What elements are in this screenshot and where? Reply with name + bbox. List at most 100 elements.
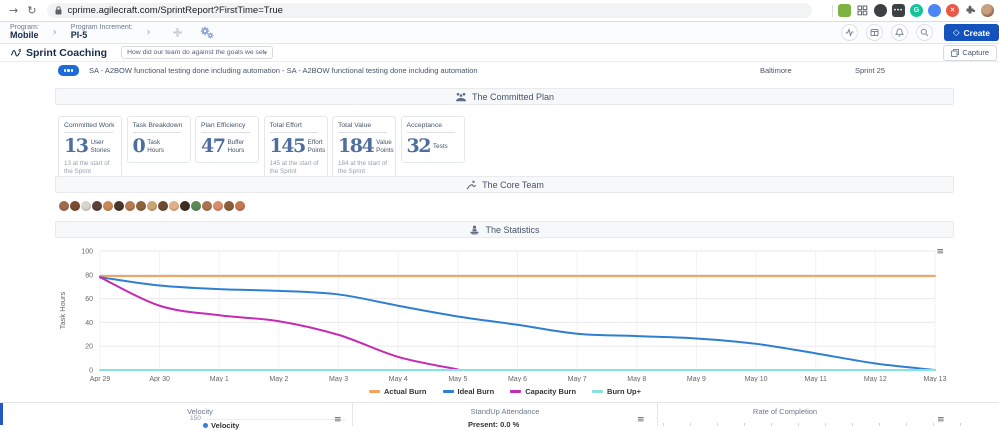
velocity-legend-dot — [203, 423, 208, 428]
card-unit: Tests — [432, 142, 448, 150]
standup-menu-icon[interactable]: ≡ — [637, 416, 645, 425]
metric-cards: Committed Work 13 User Stories 13 at the … — [58, 116, 465, 184]
metric-card: Committed Work 13 User Stories 13 at the … — [58, 116, 122, 184]
legend-label: Actual Burn — [383, 387, 427, 396]
legend-swatch — [442, 390, 454, 393]
extension-icon-blue[interactable] — [928, 4, 941, 17]
card-title: Task Breakdown — [132, 122, 183, 129]
grammarly-icon[interactable]: G — [910, 4, 923, 17]
card-title: Acceptance — [406, 122, 443, 129]
legend-label: Capacity Burn — [525, 387, 577, 396]
activity-pulse-button[interactable] — [840, 24, 858, 41]
extension-icon-dots[interactable]: ••• — [892, 4, 905, 17]
svg-text:80: 80 — [85, 272, 93, 279]
svg-text:May 2: May 2 — [269, 376, 288, 382]
divider — [64, 132, 113, 133]
chevron-right-icon: › — [146, 27, 151, 38]
svg-text:40: 40 — [85, 320, 93, 327]
browser-profile-avatar[interactable] — [981, 4, 994, 17]
card-unit: Buffer Hours — [227, 138, 245, 154]
safe-logo-badge — [58, 65, 79, 76]
extension-icon-green[interactable] — [838, 4, 851, 17]
capture-button[interactable]: Capture — [943, 44, 997, 61]
rate-panel-title: Rate of Completion — [752, 407, 818, 416]
card-value: 47 — [201, 135, 226, 157]
metric-card: Plan Efficiency 47 Buffer Hours — [195, 116, 259, 163]
velocity-menu-icon[interactable]: ≡ — [334, 416, 342, 425]
lock-icon — [55, 6, 62, 15]
legend-item[interactable]: Capacity Burn — [510, 387, 576, 396]
page-title: Sprint Coaching — [26, 46, 108, 59]
bottom-charts-row: Velocity 150 Velocity ≡ StandUp Attendan… — [0, 402, 999, 430]
crosshair-plus-icon[interactable] — [171, 26, 184, 39]
legend-swatch — [592, 390, 604, 393]
section-title: The Committed Plan — [471, 91, 555, 102]
velocity-legend: Velocity — [203, 421, 239, 430]
browser-toolbar: → ↻ cprime.agilecraft.com/SprintReport?F… — [0, 0, 999, 22]
program-selector[interactable]: Program: Mobile — [10, 24, 39, 42]
legend-item[interactable]: Burn Up+ — [592, 387, 641, 396]
legend-label: Burn Up+ — [607, 387, 642, 396]
metric-card: Total Effort 145 Effort Points 145 at the… — [263, 116, 328, 184]
reload-icon[interactable]: ↻ — [27, 5, 36, 16]
app-toolbar: Program: Mobile › Program Increment: PI-… — [0, 22, 999, 44]
pulse-icon — [10, 48, 21, 58]
card-note: 184 at the start of the Sprint — [338, 160, 388, 176]
core-team-icon — [465, 180, 477, 190]
notifications-bell-button[interactable] — [890, 24, 908, 41]
chart-context-menu-icon[interactable]: ≡ — [936, 248, 944, 257]
burn-chart-legend: Actual Burn Ideal Burn Capacity Burn Burn U… — [55, 387, 955, 396]
legend-label: Ideal Burn — [457, 387, 495, 396]
create-button[interactable]: ◇ Create — [943, 24, 999, 41]
metric-card: Task Breakdown 0 Task Hours — [126, 116, 191, 163]
gears-settings-icon[interactable] — [198, 26, 215, 40]
team-member-avatar[interactable] — [234, 200, 246, 212]
svg-text:May 13: May 13 — [924, 376, 947, 382]
program-increment-selector[interactable]: Program Increment: PI-5 — [71, 24, 133, 42]
page-header: Sprint Coaching How did our team do agai… — [0, 44, 999, 62]
divider — [657, 403, 658, 426]
coaching-question-dropdown[interactable]: How did our team do against the goals we… — [121, 46, 274, 59]
standup-panel-title: StandUp Attendance — [470, 407, 540, 416]
svg-text:100: 100 — [81, 249, 93, 256]
url-text: cprime.agilecraft.com/SprintReport?First… — [67, 5, 283, 16]
grid-extension-icon[interactable] — [856, 4, 869, 17]
divider — [406, 132, 456, 133]
section-header-committed-plan[interactable]: The Committed Plan — [55, 88, 954, 105]
forward-icon[interactable]: → — [9, 5, 18, 16]
card-unit: Task Hours — [147, 138, 165, 154]
svg-text:20: 20 — [85, 344, 93, 351]
rate-menu-icon[interactable]: ≡ — [937, 416, 945, 425]
address-bar[interactable]: cprime.agilecraft.com/SprintReport?First… — [47, 3, 813, 18]
svg-text:May 7: May 7 — [568, 376, 587, 382]
program-increment-value: PI-5 — [70, 30, 88, 41]
metric-card: Acceptance 32 Tests — [400, 116, 465, 163]
sprint-info-row: SA - A2BOW functional testing done inclu… — [58, 64, 955, 78]
svg-text:May 11: May 11 — [804, 376, 827, 382]
card-note: 13 at the start of the Sprint — [64, 160, 110, 176]
card-unit: Effort Points — [307, 138, 326, 154]
card-title: Total Value — [338, 122, 372, 129]
svg-text:May 12: May 12 — [864, 376, 887, 382]
section-header-core-team[interactable]: The Core Team — [55, 176, 954, 193]
card-title: Plan Efficiency — [201, 122, 246, 129]
extension-icon-dark[interactable] — [874, 4, 887, 17]
create-button-label: Create — [963, 27, 990, 38]
card-value: 32 — [406, 135, 432, 157]
coaching-question-text: How did our team do against the goals we… — [127, 49, 263, 56]
velocity-legend-label: Velocity — [211, 421, 240, 430]
legend-item[interactable]: Ideal Burn — [442, 387, 495, 396]
search-button[interactable] — [915, 24, 933, 41]
velocity-gridline — [204, 419, 346, 420]
statistics-icon — [469, 225, 480, 235]
legend-item[interactable]: Actual Burn — [368, 387, 427, 396]
left-rail-strip — [0, 403, 3, 425]
svg-text:May 4: May 4 — [389, 376, 408, 382]
section-header-statistics[interactable]: The Statistics — [55, 221, 954, 238]
card-note: 145 at the start of the Sprint — [269, 160, 319, 176]
extension-icon-red[interactable]: × — [946, 4, 959, 17]
archive-box-button[interactable] — [865, 24, 883, 41]
puzzle-extensions-icon[interactable] — [964, 5, 976, 17]
committed-plan-icon — [455, 92, 467, 102]
card-unit: User Stories — [90, 138, 111, 154]
